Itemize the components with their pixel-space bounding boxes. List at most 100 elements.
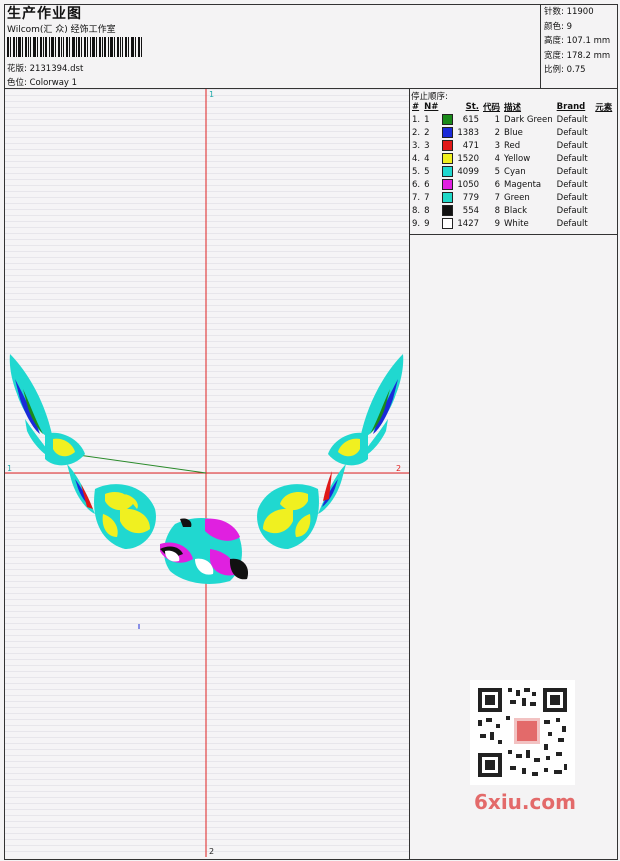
stitches-row: 针数: 11900 (544, 5, 610, 20)
row-swatch (440, 165, 455, 178)
color-swatch (442, 192, 454, 203)
row-code: 3 (494, 140, 501, 151)
row-brand: Default (556, 218, 588, 229)
color-swatch (442, 114, 454, 125)
col-swatch (440, 101, 455, 113)
col-brand: Brand (556, 102, 586, 112)
row-brand: Default (556, 114, 588, 125)
row-code: 7 (494, 192, 501, 203)
stop-sequence-table: # N# St. 代码 描述 Brand 元素 1. 1 615 1 Dark Gree… (410, 101, 614, 230)
width-value: 178.2 mm (566, 50, 611, 61)
row-brand: Default (556, 179, 588, 190)
col-element: 元素 (595, 103, 613, 113)
row-stitches: 554 (462, 205, 480, 216)
row-element (593, 178, 614, 191)
frame-top (4, 4, 618, 5)
col-index: # (412, 102, 420, 112)
row-element (593, 152, 614, 165)
frame-bottom (4, 859, 618, 860)
row-element (593, 165, 614, 178)
row-index: 6. (412, 179, 421, 190)
color-swatch (442, 140, 454, 151)
table-row: 7. 7 779 7 Green Default (410, 191, 614, 204)
row-brand: Default (556, 192, 588, 203)
colors-label: 颜色: (544, 21, 564, 32)
width-row: 宽度: 178.2 mm (544, 49, 610, 64)
colors-row: 颜色: 9 (544, 20, 610, 35)
row-code: 4 (494, 153, 501, 164)
barcode (7, 37, 142, 57)
height-row: 高度: 107.1 mm (544, 34, 610, 49)
colorway-value: Colorway 1 (29, 78, 78, 88)
row-stitches: 615 (462, 114, 480, 125)
axis-label-left: 1 (7, 464, 13, 473)
color-swatch (442, 127, 454, 138)
row-brand: Default (556, 140, 588, 151)
row-element (593, 204, 614, 217)
row-description: Yellow (504, 153, 531, 164)
design-label: 花版: (7, 64, 27, 74)
colors-value: 9 (566, 21, 572, 32)
left-branch (9, 354, 156, 549)
row-needle: 4 (424, 153, 430, 164)
color-swatch (442, 179, 454, 190)
row-needle: 5 (424, 166, 430, 177)
row-needle: 7 (424, 192, 430, 203)
row-description: Green (504, 192, 530, 203)
page-title: 生产作业图 (7, 6, 82, 22)
row-needle: 6 (424, 179, 430, 190)
row-brand: Default (556, 153, 588, 164)
row-swatch (440, 113, 455, 126)
ratio-row: 比例: 0.75 (544, 63, 610, 78)
row-needle: 3 (424, 140, 430, 151)
row-swatch (440, 178, 455, 191)
row-stitches: 1050 (457, 179, 480, 190)
row-brand: Default (556, 205, 588, 216)
embroidery-artwork (5, 89, 409, 857)
row-brand: Default (556, 166, 588, 177)
design-row: 花版: 2131394.dst (7, 62, 83, 74)
row-description: Dark Green (504, 114, 553, 125)
design-value: 2131394.dst (29, 64, 84, 74)
color-swatch (442, 205, 454, 216)
stitches-label: 针数: (544, 7, 564, 17)
row-needle: 2 (424, 127, 430, 138)
row-description: Blue (504, 127, 523, 138)
row-element (593, 191, 614, 204)
width-label: 宽度: (544, 50, 564, 61)
stitches-value: 11900 (566, 7, 594, 17)
design-stats: 针数: 11900 颜色: 9 高度: 107.1 mm 宽度: 178.2 m… (544, 5, 610, 78)
row-code: 8 (494, 205, 501, 216)
row-description: Cyan (504, 166, 526, 177)
row-index: 1. (412, 114, 421, 125)
row-element (593, 217, 614, 230)
qr-code (470, 680, 575, 785)
row-stitches: 1520 (457, 153, 480, 164)
col-stitches: St. (465, 102, 480, 112)
axis-label-right: 2 (396, 464, 402, 473)
row-stitches: 1427 (457, 218, 480, 229)
center-flower (160, 517, 249, 584)
row-swatch (440, 126, 455, 139)
height-value: 107.1 mm (566, 36, 611, 46)
row-swatch (440, 152, 455, 165)
row-stitches: 779 (462, 192, 480, 203)
col-description: 描述 (504, 103, 522, 113)
right-branch (257, 354, 404, 549)
table-row: 2. 2 1383 2 Blue Default (410, 126, 614, 139)
row-index: 9. (412, 218, 421, 229)
row-brand: Default (556, 127, 588, 138)
table-row: 8. 8 554 8 Black Default (410, 204, 614, 217)
table-row: 3. 3 471 3 Red Default (410, 139, 614, 152)
design-canvas: 1 2 1 2 (5, 89, 409, 857)
row-code: 9 (494, 218, 501, 229)
table-row: 9. 9 1427 9 White Default (410, 217, 614, 230)
row-description: Magenta (504, 179, 542, 190)
watermark-logo: 6xiu.com (474, 790, 576, 814)
row-index: 7. (412, 192, 421, 203)
row-swatch (440, 204, 455, 217)
row-element (593, 126, 614, 139)
row-needle: 1 (424, 114, 430, 125)
row-code: 2 (494, 127, 501, 138)
table-divider (409, 234, 618, 235)
